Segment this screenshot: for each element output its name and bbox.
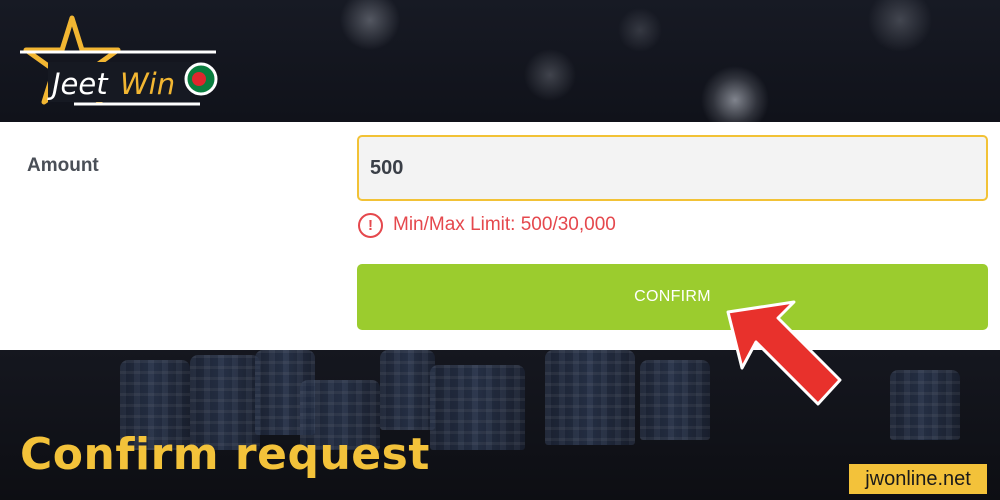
warning-icon: ! xyxy=(358,212,383,238)
chip-stack-image xyxy=(380,350,435,430)
chip-stack-image xyxy=(430,365,525,450)
svg-text:Win: Win xyxy=(120,67,175,101)
chip-stack-image xyxy=(890,370,960,440)
caption-banner: Confirm request jwonline.net xyxy=(0,350,1000,500)
limit-hint: ! Min/Max Limit: 500/30,000 xyxy=(358,212,616,238)
confirm-button[interactable]: CONFIRM xyxy=(357,264,988,330)
chip-stack-image xyxy=(545,350,635,445)
deposit-form: Amount 500 ! Min/Max Limit: 500/30,000 C… xyxy=(0,122,1000,350)
amount-input[interactable]: 500 xyxy=(357,135,988,201)
watermark: jwonline.net xyxy=(849,464,987,494)
caption-title: Confirm request xyxy=(20,429,430,480)
limit-text: Min/Max Limit: 500/30,000 xyxy=(393,214,616,235)
svg-text:Jeet: Jeet xyxy=(47,67,109,101)
chip-stack-image xyxy=(640,360,710,440)
header-banner: Jeet Win xyxy=(0,0,1000,122)
pointer-arrow-icon xyxy=(726,300,842,406)
amount-label: Amount xyxy=(27,155,99,176)
jeetwin-logo: Jeet Win xyxy=(20,15,218,106)
